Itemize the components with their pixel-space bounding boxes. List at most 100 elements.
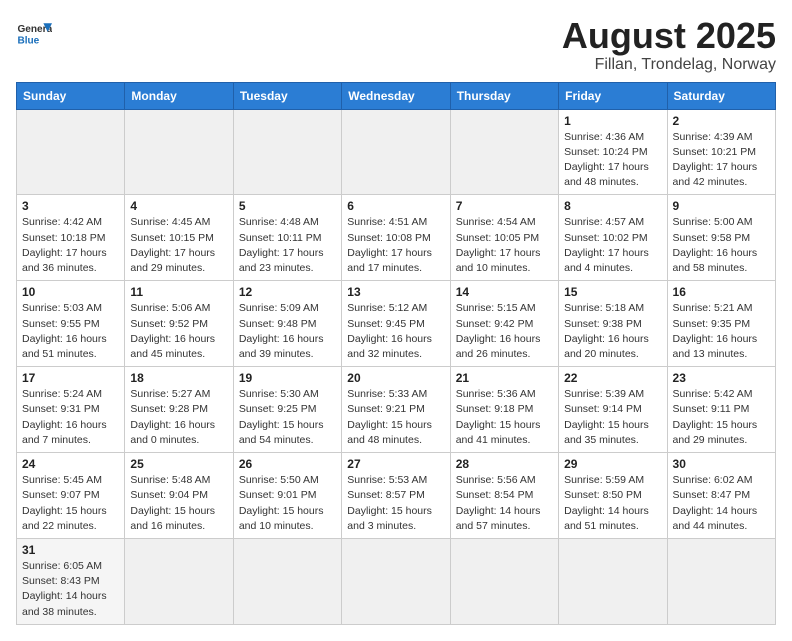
day-number: 4 [130,199,227,213]
day-info: Sunrise: 5:03 AM Sunset: 9:55 PM Dayligh… [22,301,119,362]
day-number: 27 [347,457,444,471]
day-number: 17 [22,371,119,385]
weekday-header-sunday: Sunday [17,82,125,109]
calendar-week-row: 10 Sunrise: 5:03 AM Sunset: 9:55 PM Dayli… [17,281,776,367]
calendar-cell: 29 Sunrise: 5:59 AM Sunset: 8:50 PM Dayli… [559,453,667,539]
calendar-cell [667,538,775,624]
calendar-week-row: 24Sunrise: 5:45 AM Sunset: 9:07 PM Dayli… [17,453,776,539]
day-number: 26 [239,457,336,471]
day-info: Sunrise: 5:09 AM Sunset: 9:48 PM Dayligh… [239,301,336,362]
day-number: 22 [564,371,661,385]
day-number: 6 [347,199,444,213]
day-number: 16 [673,285,770,299]
day-info: Sunrise: 4:39 AM Sunset: 10:21 PM Daylig… [673,130,770,191]
day-info: Sunrise: 5:39 AM Sunset: 9:14 PM Dayligh… [564,387,661,448]
day-info: Sunrise: 4:36 AM Sunset: 10:24 PM Daylig… [564,130,661,191]
day-number: 28 [456,457,553,471]
calendar-cell: 21 Sunrise: 5:36 AM Sunset: 9:18 PM Dayli… [450,367,558,453]
calendar-week-row: 1 Sunrise: 4:36 AM Sunset: 10:24 PM Dayli… [17,109,776,195]
day-info: Sunrise: 6:02 AM Sunset: 8:47 PM Dayligh… [673,473,770,534]
calendar-cell: 25Sunrise: 5:48 AM Sunset: 9:04 PM Dayli… [125,453,233,539]
day-number: 21 [456,371,553,385]
calendar-cell: 24Sunrise: 5:45 AM Sunset: 9:07 PM Dayli… [17,453,125,539]
day-info: Sunrise: 4:57 AM Sunset: 10:02 PM Daylig… [564,215,661,276]
header: General Blue August 2025 Fillan, Trondel… [16,16,776,74]
day-info: Sunrise: 4:54 AM Sunset: 10:05 PM Daylig… [456,215,553,276]
day-number: 29 [564,457,661,471]
weekday-header-saturday: Saturday [667,82,775,109]
calendar-cell: 20Sunrise: 5:33 AM Sunset: 9:21 PM Dayli… [342,367,450,453]
calendar-cell: 23 Sunrise: 5:42 AM Sunset: 9:11 PM Dayli… [667,367,775,453]
calendar-cell: 10 Sunrise: 5:03 AM Sunset: 9:55 PM Dayli… [17,281,125,367]
day-number: 13 [347,285,444,299]
day-number: 3 [22,199,119,213]
calendar-cell [233,538,341,624]
day-number: 8 [564,199,661,213]
calendar-cell: 5Sunrise: 4:48 AM Sunset: 10:11 PM Dayli… [233,195,341,281]
day-info: Sunrise: 5:56 AM Sunset: 8:54 PM Dayligh… [456,473,553,534]
weekday-header-thursday: Thursday [450,82,558,109]
day-number: 12 [239,285,336,299]
calendar-cell: 19Sunrise: 5:30 AM Sunset: 9:25 PM Dayli… [233,367,341,453]
day-info: Sunrise: 6:05 AM Sunset: 8:43 PM Dayligh… [22,559,119,620]
day-number: 11 [130,285,227,299]
day-number: 24 [22,457,119,471]
calendar-cell: 4Sunrise: 4:45 AM Sunset: 10:15 PM Dayli… [125,195,233,281]
calendar-cell: 31 Sunrise: 6:05 AM Sunset: 8:43 PM Dayli… [17,538,125,624]
calendar-cell [450,109,558,195]
day-number: 31 [22,543,119,557]
calendar-cell [342,538,450,624]
calendar-cell [450,538,558,624]
day-info: Sunrise: 5:59 AM Sunset: 8:50 PM Dayligh… [564,473,661,534]
weekday-header-wednesday: Wednesday [342,82,450,109]
day-info: Sunrise: 5:06 AM Sunset: 9:52 PM Dayligh… [130,301,227,362]
weekday-header-row: SundayMondayTuesdayWednesdayThursdayFrid… [17,82,776,109]
day-number: 14 [456,285,553,299]
calendar-cell [342,109,450,195]
calendar-cell: 18Sunrise: 5:27 AM Sunset: 9:28 PM Dayli… [125,367,233,453]
day-number: 7 [456,199,553,213]
calendar-table: SundayMondayTuesdayWednesdayThursdayFrid… [16,82,776,625]
calendar-cell: 27Sunrise: 5:53 AM Sunset: 8:57 PM Dayli… [342,453,450,539]
day-number: 1 [564,114,661,128]
day-number: 23 [673,371,770,385]
day-info: Sunrise: 5:12 AM Sunset: 9:45 PM Dayligh… [347,301,444,362]
day-info: Sunrise: 4:48 AM Sunset: 10:11 PM Daylig… [239,215,336,276]
month-year-title: August 2025 [562,16,776,56]
weekday-header-monday: Monday [125,82,233,109]
calendar-cell: 6Sunrise: 4:51 AM Sunset: 10:08 PM Dayli… [342,195,450,281]
calendar-cell: 8 Sunrise: 4:57 AM Sunset: 10:02 PM Dayli… [559,195,667,281]
calendar-cell: 14 Sunrise: 5:15 AM Sunset: 9:42 PM Dayli… [450,281,558,367]
calendar-cell: 30Sunrise: 6:02 AM Sunset: 8:47 PM Dayli… [667,453,775,539]
logo: General Blue [16,16,52,52]
calendar-week-row: 17 Sunrise: 5:24 AM Sunset: 9:31 PM Dayli… [17,367,776,453]
day-info: Sunrise: 5:42 AM Sunset: 9:11 PM Dayligh… [673,387,770,448]
calendar-cell: 15Sunrise: 5:18 AM Sunset: 9:38 PM Dayli… [559,281,667,367]
calendar-cell: 3Sunrise: 4:42 AM Sunset: 10:18 PM Dayli… [17,195,125,281]
day-info: Sunrise: 5:21 AM Sunset: 9:35 PM Dayligh… [673,301,770,362]
calendar-cell: 28 Sunrise: 5:56 AM Sunset: 8:54 PM Dayli… [450,453,558,539]
calendar-cell [233,109,341,195]
calendar-cell: 22 Sunrise: 5:39 AM Sunset: 9:14 PM Dayli… [559,367,667,453]
calendar-cell: 26 Sunrise: 5:50 AM Sunset: 9:01 PM Dayli… [233,453,341,539]
calendar-cell [125,109,233,195]
calendar-cell: 17 Sunrise: 5:24 AM Sunset: 9:31 PM Dayli… [17,367,125,453]
title-block: August 2025 Fillan, Trondelag, Norway [562,16,776,74]
day-info: Sunrise: 5:15 AM Sunset: 9:42 PM Dayligh… [456,301,553,362]
calendar-cell: 9Sunrise: 5:00 AM Sunset: 9:58 PM Daylig… [667,195,775,281]
calendar-cell: 13 Sunrise: 5:12 AM Sunset: 9:45 PM Dayli… [342,281,450,367]
calendar-cell: 16 Sunrise: 5:21 AM Sunset: 9:35 PM Dayli… [667,281,775,367]
day-number: 20 [347,371,444,385]
day-info: Sunrise: 5:24 AM Sunset: 9:31 PM Dayligh… [22,387,119,448]
day-info: Sunrise: 5:36 AM Sunset: 9:18 PM Dayligh… [456,387,553,448]
day-number: 19 [239,371,336,385]
calendar-cell: 12 Sunrise: 5:09 AM Sunset: 9:48 PM Dayli… [233,281,341,367]
day-info: Sunrise: 5:50 AM Sunset: 9:01 PM Dayligh… [239,473,336,534]
day-info: Sunrise: 5:18 AM Sunset: 9:38 PM Dayligh… [564,301,661,362]
location-subtitle: Fillan, Trondelag, Norway [562,56,776,74]
day-number: 10 [22,285,119,299]
calendar-cell: 7 Sunrise: 4:54 AM Sunset: 10:05 PM Dayli… [450,195,558,281]
calendar-week-row: 3Sunrise: 4:42 AM Sunset: 10:18 PM Dayli… [17,195,776,281]
calendar-week-row: 31 Sunrise: 6:05 AM Sunset: 8:43 PM Dayli… [17,538,776,624]
day-info: Sunrise: 5:48 AM Sunset: 9:04 PM Dayligh… [130,473,227,534]
